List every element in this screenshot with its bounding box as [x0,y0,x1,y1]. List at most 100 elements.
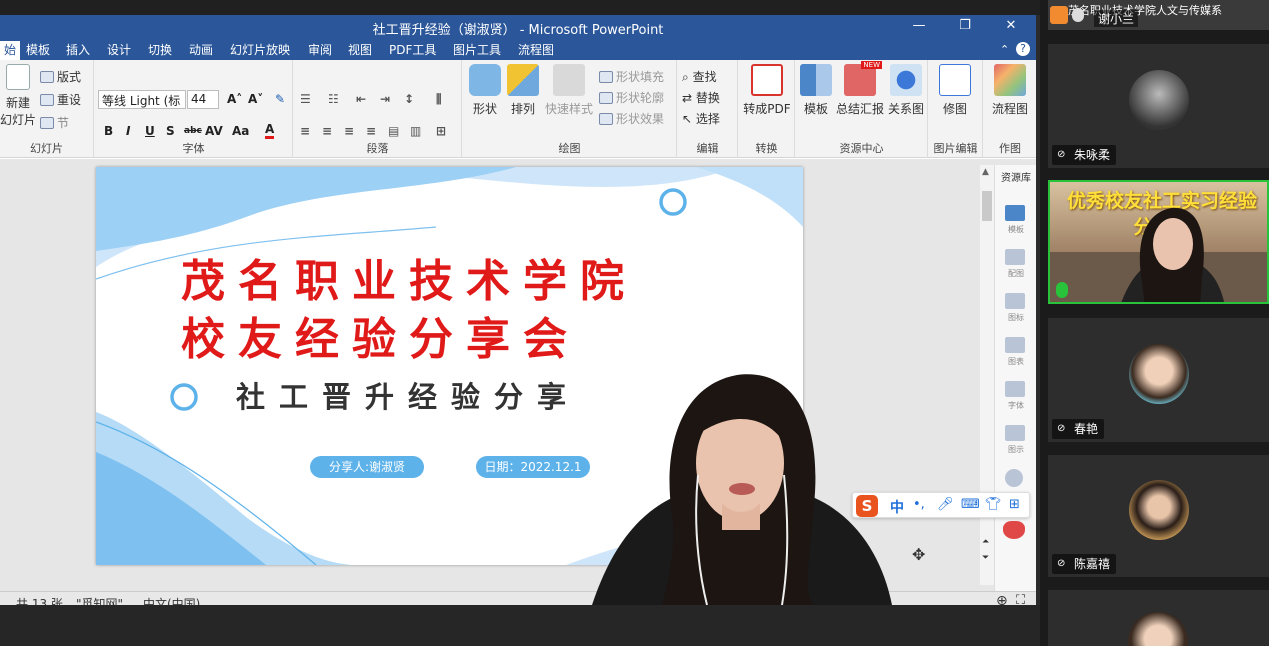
slide-title-line2[interactable]: 校友经验分享会 [181,303,580,367]
flowchart-button[interactable]: 流程图 [986,64,1034,117]
language-indicator[interactable]: 中文(中国) [143,595,200,605]
strikethrough-icon[interactable]: abc [184,126,202,136]
tab-picture-tools[interactable]: 图片工具 [451,42,503,58]
resource-library-button[interactable]: 资源库 [995,169,1036,184]
more-icon[interactable] [1005,469,1023,487]
replace-button[interactable]: ⇄ 替换 [682,89,720,106]
find-button[interactable]: ⌕ 查找 [682,68,717,85]
participant-tile[interactable]: 春艳 ⊘ [1048,318,1269,442]
bullets-icon[interactable]: ☰ [300,92,311,106]
justify-icon[interactable]: ≡ [366,124,376,138]
template-side-icon[interactable] [1005,205,1025,221]
font-name-select[interactable]: 等线 Light (标 [98,90,186,109]
next-slide-icon[interactable]: ⏷ [982,553,989,563]
layout-button[interactable]: 版式 [40,68,81,85]
restore-icon[interactable]: ❐ [954,18,976,36]
quick-styles-icon [553,64,585,96]
tab-insert[interactable]: 插入 [64,42,92,58]
template-button[interactable]: 模板 [798,64,834,117]
new-slide-label: 新建 [5,96,30,110]
tab-design[interactable]: 设计 [105,42,133,58]
help-icon[interactable]: ? [1016,42,1030,56]
voice-icon[interactable]: 🎤︎ [937,497,954,512]
shadow-icon[interactable]: S [166,124,175,138]
columns-icon[interactable]: ▥ [410,124,421,138]
image-side-icon[interactable] [1005,249,1025,265]
shape-fill-button[interactable]: 形状填充 [599,68,664,85]
participant-tile[interactable]: 陈嘉禧 ⊘ [1048,455,1269,577]
layout-icon [40,71,54,83]
align-left-icon[interactable]: ≡ [300,124,310,138]
tab-view[interactable]: 视图 [346,42,374,58]
tab-review[interactable]: 审阅 [306,42,334,58]
bold-icon[interactable]: B [104,124,113,138]
font-side-icon[interactable] [1005,381,1025,397]
tab-home[interactable]: 始 [0,41,21,60]
minimize-icon[interactable]: — [908,18,930,36]
scroll-up-icon[interactable]: ▲ [982,167,989,177]
slide-subtitle[interactable]: 社工晋升经验分享 [236,374,580,416]
vertical-scrollbar[interactable]: ▲ ⏶ ⏷ [980,165,994,585]
tab-transitions[interactable]: 切换 [146,42,174,58]
shrink-font-icon[interactable]: A˅ [248,92,263,106]
slide-count: ，共 13 张 [4,597,63,605]
numbering-icon[interactable]: ☷ [328,92,339,106]
skin-icon[interactable]: 👕︎ [985,497,1002,512]
align-right-icon[interactable]: ≡ [344,124,354,138]
grow-font-icon[interactable]: A˄ [227,92,242,106]
relation-diagram-button[interactable]: 关系图 [886,64,926,117]
fit-to-window-icon[interactable]: ⛶ [1016,593,1025,605]
italic-icon[interactable]: I [126,124,130,138]
close-icon[interactable]: ✕ [1000,18,1022,36]
quick-styles-button[interactable]: 快速样式 [543,64,595,117]
line-spacing-icon[interactable]: ↕ [404,92,414,106]
icon-library-side-icon[interactable] [1005,293,1025,309]
font-color-icon[interactable]: A [265,122,275,139]
align-center-icon[interactable]: ≡ [322,124,332,138]
shape-outline-button[interactable]: 形状轮廓 [599,89,664,106]
distribute-icon[interactable]: ▤ [388,124,399,138]
participant-tile[interactable] [1048,590,1269,646]
tab-flowchart[interactable]: 流程图 [516,42,556,58]
shape-effects-button[interactable]: 形状效果 [599,110,664,127]
prev-slide-icon[interactable]: ⏶ [982,537,989,547]
participant-figure [1121,207,1225,302]
section-button[interactable]: 节 [40,114,69,131]
tab-animations[interactable]: 动画 [187,42,215,58]
ime-mascot-icon[interactable] [1003,521,1025,539]
new-slide-button[interactable]: 新建 幻灯片 [0,64,36,128]
participant-tile-active[interactable]: 优秀校友社工实习经验分享会 [1048,180,1269,304]
slide-title-line1[interactable]: 茂名职业技术学院 [181,245,637,309]
increase-indent-icon[interactable]: ⇥ [380,92,390,106]
decrease-indent-icon[interactable]: ⇤ [356,92,366,106]
tab-pdf-tools[interactable]: PDF工具 [387,42,438,58]
change-case-icon[interactable]: Aa [232,124,249,138]
presenter-pill[interactable]: 分享人:谢淑贤 [310,456,424,478]
smartart-icon[interactable]: ⊞ [436,124,446,138]
zoom-in-icon[interactable]: ⊕ [996,593,1008,605]
collapse-ribbon-icon[interactable]: ⌃ [1000,43,1009,56]
ribbon-tabs: 始 模板 插入 设计 切换 动画 幻灯片放映 审阅 视图 PDF工具 图片工具 … [0,40,1036,60]
char-spacing-icon[interactable]: AV [205,124,223,138]
retouch-button[interactable]: 修图 [935,64,975,117]
font-size-select[interactable]: 44 [187,90,219,109]
shape-button[interactable]: 形状 [467,64,503,117]
chart-side-icon[interactable] [1005,337,1025,353]
participant-tile[interactable]: 茂名职业技术学院人文与传媒系 谢小兰 [1048,0,1269,30]
arrange-button[interactable]: 排列 [505,64,541,117]
text-direction-icon[interactable]: ⫼ [436,92,442,107]
to-pdf-button[interactable]: 转成PDF [739,64,795,117]
tab-slideshow[interactable]: 幻灯片放映 [228,42,292,58]
participant-name: 谢小兰 [1094,10,1139,27]
participant-tile[interactable]: 朱咏柔 ⊘ [1048,44,1269,168]
select-button[interactable]: ↖ 选择 [682,110,720,127]
summary-report-button[interactable]: NEW 总结汇报 [834,61,886,117]
diagram-side-icon[interactable] [1005,425,1025,441]
tab-templates[interactable]: 模板 [24,42,52,58]
underline-icon[interactable]: U [145,124,155,138]
scroll-thumb[interactable] [982,191,992,221]
toolbox-icon[interactable]: ⊞ [1009,497,1020,512]
clear-format-icon[interactable]: ✎ [275,92,285,106]
reset-button[interactable]: 重设 [40,91,81,108]
keyboard-icon[interactable]: ⌨ [961,497,980,512]
